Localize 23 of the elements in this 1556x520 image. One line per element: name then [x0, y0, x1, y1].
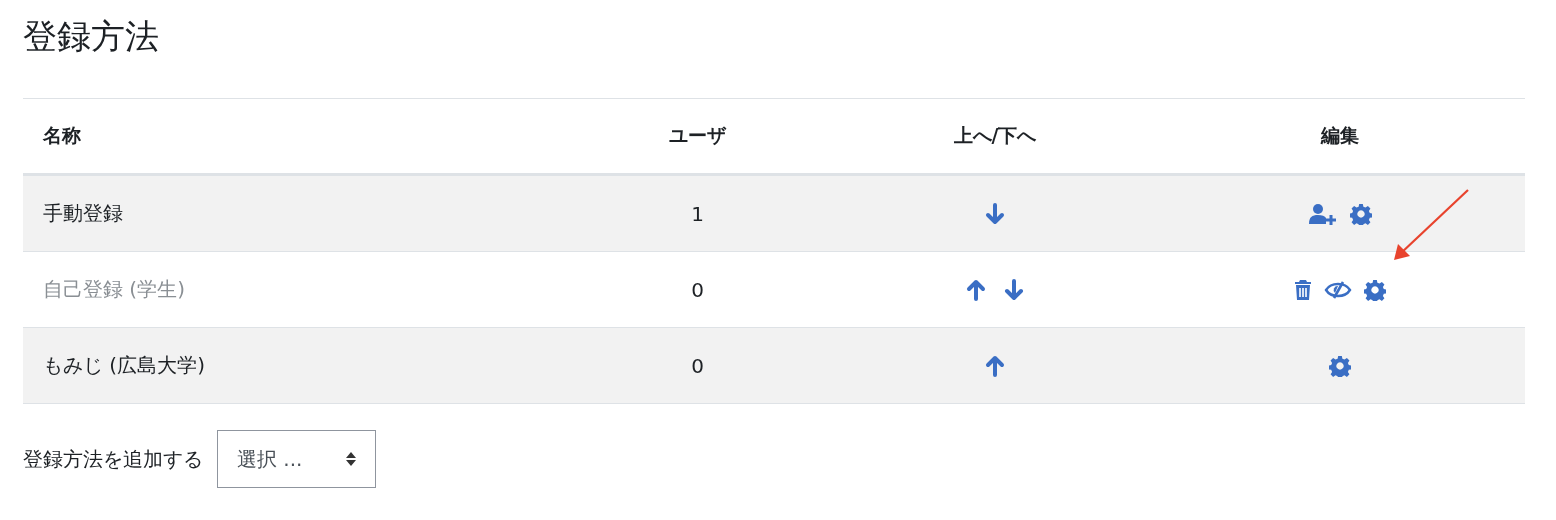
arrow-up-icon[interactable] — [965, 278, 987, 301]
sort-caret-icon — [345, 451, 357, 467]
user-count: 1 — [691, 201, 704, 226]
settings-icon[interactable] — [1364, 278, 1386, 301]
add-method-label: 登録方法を追加する — [23, 445, 203, 473]
user-plus-icon[interactable] — [1308, 202, 1338, 225]
method-select[interactable]: 選択 ... — [217, 430, 376, 488]
column-header: ユーザ — [669, 123, 726, 148]
column-header: 上へ/下へ — [953, 123, 1037, 148]
method-name: 手動登録 — [42, 200, 123, 227]
trash-icon[interactable] — [1294, 278, 1312, 301]
settings-icon[interactable] — [1350, 202, 1372, 225]
arrow-down-icon[interactable] — [1003, 278, 1025, 301]
method-name: 自己登録 (学生) — [42, 276, 185, 303]
arrow-up-icon[interactable] — [984, 354, 1006, 377]
arrow-down-icon[interactable] — [984, 202, 1006, 225]
user-count: 0 — [691, 277, 704, 302]
page-heading: 登録方法 — [23, 15, 160, 58]
user-count: 0 — [691, 353, 704, 378]
settings-icon[interactable] — [1329, 354, 1351, 377]
method-name: もみじ (広島大学) — [42, 352, 205, 379]
column-header: 編集 — [1321, 123, 1359, 148]
column-header: 名称 — [42, 123, 81, 148]
